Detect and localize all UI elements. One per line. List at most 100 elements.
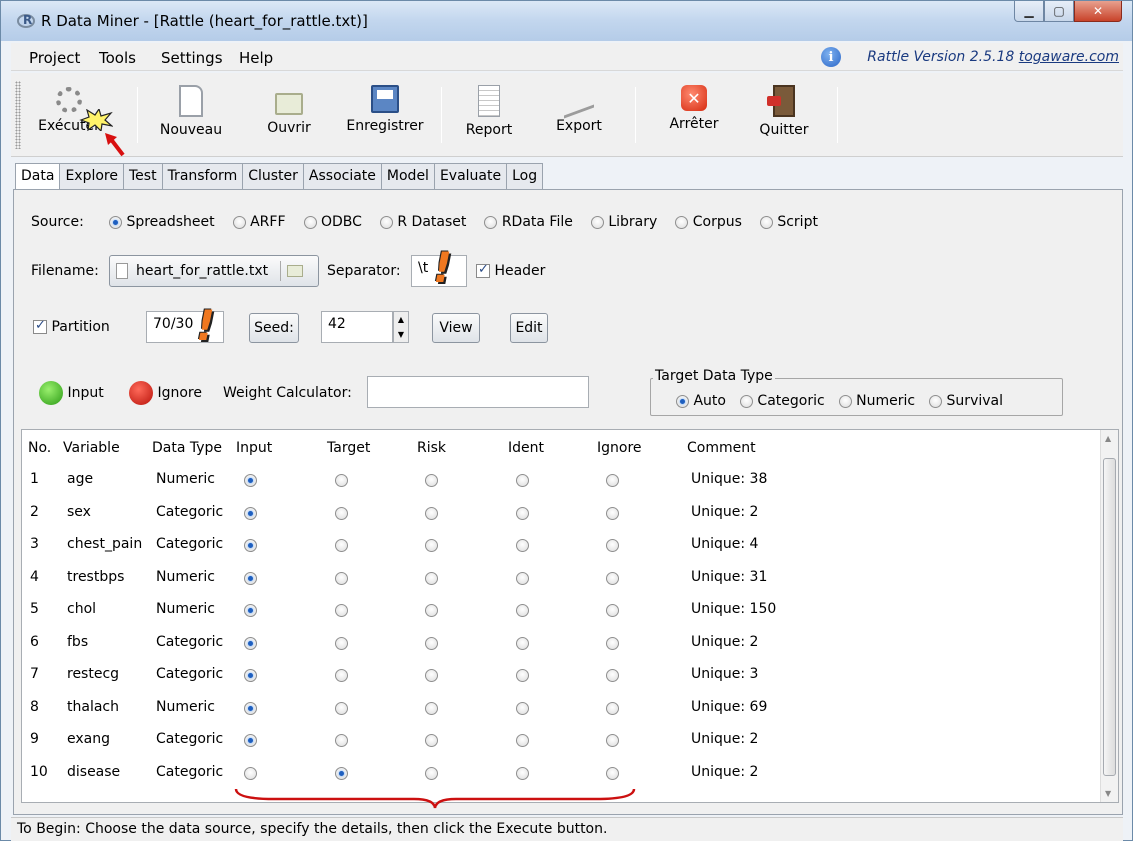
role-radio-risk[interactable] — [425, 636, 438, 650]
role-radio-input[interactable] — [244, 766, 257, 780]
source-option-corpus[interactable]: Corpus — [675, 214, 742, 230]
col-header-ident[interactable]: Ident — [508, 440, 544, 456]
togaware-link[interactable]: togaware.com — [1019, 49, 1119, 65]
scroll-down-icon[interactable]: ▼ — [1105, 789, 1111, 798]
role-radio-ident[interactable] — [516, 669, 529, 682]
role-radio-target[interactable] — [335, 636, 348, 650]
role-radio-input[interactable] — [244, 701, 257, 715]
role-radio-ident[interactable] — [516, 636, 529, 650]
role-radio-input[interactable] — [244, 474, 257, 487]
target-type-numeric[interactable]: Numeric — [838, 393, 915, 409]
role-radio-target[interactable] — [335, 539, 348, 552]
role-radio-target[interactable] — [335, 734, 348, 747]
role-radio-ignore[interactable] — [606, 636, 619, 650]
role-radio-ignore[interactable] — [606, 604, 619, 617]
radio-icon[interactable] — [109, 215, 122, 229]
table-scrollbar[interactable]: ▲ ▼ — [1100, 430, 1118, 802]
source-option-library[interactable]: Library — [590, 214, 657, 230]
col-header-ignore[interactable]: Ignore — [597, 440, 642, 456]
role-radio-ident[interactable] — [516, 766, 529, 780]
scrollbar-thumb[interactable] — [1103, 458, 1116, 776]
source-option-spreadsheet[interactable]: Spreadsheet — [109, 214, 215, 230]
role-radio-input[interactable] — [244, 571, 257, 585]
radio-icon[interactable] — [929, 394, 943, 408]
menu-tools[interactable]: Tools — [99, 49, 136, 67]
col-header-target[interactable]: Target — [327, 440, 370, 456]
col-header-input[interactable]: Input — [236, 440, 272, 456]
col-header-comment[interactable]: Comment — [687, 440, 756, 456]
role-radio-target[interactable] — [335, 571, 348, 585]
role-radio-risk[interactable] — [425, 604, 438, 617]
radio-icon[interactable] — [838, 394, 852, 408]
ignore-role-button[interactable]: Ignore — [129, 381, 202, 405]
stop-button[interactable]: ✕ Arrêter — [659, 85, 729, 132]
view-button[interactable]: View — [432, 313, 480, 343]
radio-icon[interactable] — [759, 215, 773, 229]
role-radio-target[interactable] — [335, 669, 348, 682]
radio-icon[interactable] — [303, 215, 317, 229]
role-radio-ident[interactable] — [516, 571, 529, 585]
source-option-script[interactable]: Script — [759, 214, 818, 230]
role-radio-ignore[interactable] — [606, 669, 619, 682]
radio-icon[interactable] — [590, 215, 604, 229]
role-radio-ignore[interactable] — [606, 701, 619, 715]
radio-icon[interactable] — [676, 394, 689, 408]
source-option-r-dataset[interactable]: R Dataset — [379, 214, 466, 230]
source-option-odbc[interactable]: ODBC — [303, 214, 362, 230]
source-option-rdata-file[interactable]: RData File — [484, 214, 573, 230]
role-radio-target[interactable] — [335, 701, 348, 715]
edit-button[interactable]: Edit — [510, 313, 548, 343]
role-radio-input[interactable] — [244, 669, 257, 682]
role-radio-risk[interactable] — [425, 474, 438, 487]
role-radio-ident[interactable] — [516, 506, 529, 520]
radio-icon[interactable] — [484, 215, 498, 229]
role-radio-target[interactable] — [335, 604, 348, 617]
role-radio-input[interactable] — [244, 604, 257, 617]
role-radio-target[interactable] — [335, 474, 348, 487]
col-header-no[interactable]: No. — [28, 440, 51, 456]
export-button[interactable]: Export — [549, 85, 609, 134]
role-radio-ident[interactable] — [516, 734, 529, 747]
quit-button[interactable]: Quitter — [751, 85, 817, 138]
role-radio-ident[interactable] — [516, 539, 529, 552]
radio-icon[interactable] — [675, 215, 689, 229]
role-radio-ignore[interactable] — [606, 734, 619, 747]
menu-help[interactable]: Help — [239, 49, 273, 67]
close-button[interactable]: ✕ — [1074, 1, 1122, 22]
target-type-categoric[interactable]: Categoric — [739, 393, 825, 409]
role-radio-risk[interactable] — [425, 506, 438, 520]
scroll-up-icon[interactable]: ▲ — [1105, 434, 1111, 443]
role-radio-ignore[interactable] — [606, 766, 619, 780]
col-header-data-type[interactable]: Data Type — [152, 440, 222, 456]
role-radio-ignore[interactable] — [606, 474, 619, 487]
role-radio-target[interactable] — [335, 506, 348, 520]
radio-icon[interactable] — [379, 215, 393, 229]
role-radio-input[interactable] — [244, 636, 257, 650]
role-radio-ignore[interactable] — [606, 571, 619, 585]
menu-project[interactable]: Project — [29, 49, 80, 67]
radio-icon[interactable] — [739, 394, 753, 408]
target-type-auto[interactable]: Auto — [676, 393, 726, 409]
partition-checkbox[interactable]: Partition — [33, 318, 110, 335]
tab-associate[interactable]: Associate — [302, 163, 382, 189]
role-radio-target[interactable] — [335, 766, 348, 780]
col-header-risk[interactable]: Risk — [417, 440, 446, 456]
file-chooser-button[interactable]: heart_for_rattle.txt — [109, 255, 319, 287]
tab-cluster[interactable]: Cluster — [242, 163, 304, 189]
role-radio-ignore[interactable] — [606, 506, 619, 520]
tab-transform[interactable]: Transform — [161, 163, 244, 189]
tab-model[interactable]: Model — [380, 163, 435, 189]
role-radio-ident[interactable] — [516, 701, 529, 715]
tab-test[interactable]: Test — [122, 163, 163, 189]
weight-calculator-input[interactable] — [367, 376, 589, 408]
save-button[interactable]: Enregistrer — [337, 85, 433, 134]
role-radio-input[interactable] — [244, 734, 257, 747]
role-radio-risk[interactable] — [425, 539, 438, 552]
col-header-variable[interactable]: Variable — [63, 440, 120, 456]
role-radio-ident[interactable] — [516, 604, 529, 617]
role-radio-risk[interactable] — [425, 701, 438, 715]
new-button[interactable]: Nouveau — [153, 85, 229, 138]
tab-data[interactable]: Data — [15, 163, 61, 191]
role-radio-risk[interactable] — [425, 571, 438, 585]
seed-input[interactable]: 42 — [321, 311, 393, 343]
